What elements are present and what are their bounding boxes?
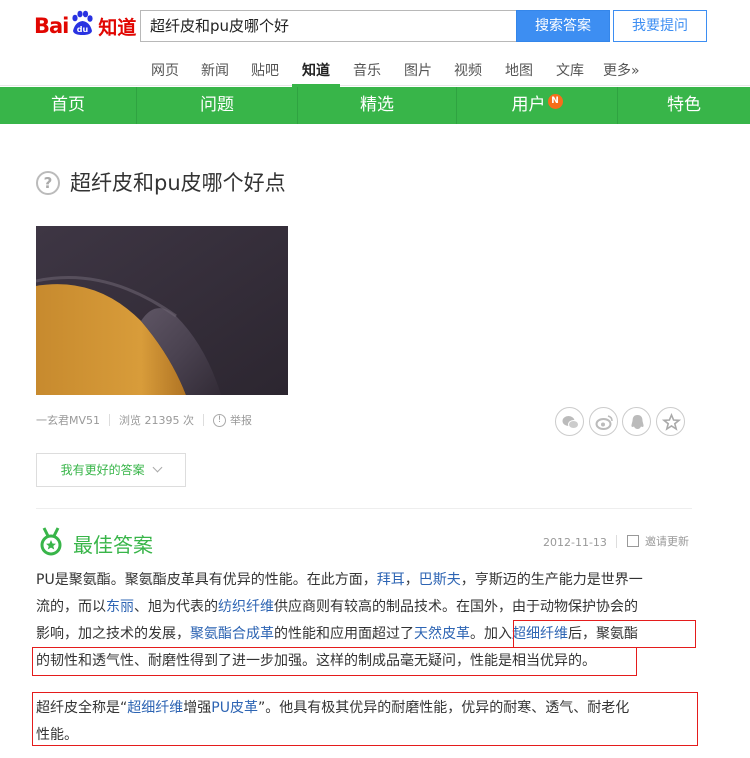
channel-tieba[interactable]: 贴吧: [251, 60, 279, 80]
answer-text: 流的，而以: [36, 599, 106, 615]
nav-home[interactable]: 首页: [0, 87, 136, 124]
highlight-box: [32, 647, 637, 676]
answer-line: PU是聚氨酯。聚氨酯皮革具有优异的性能。在此方面，拜耳，巴斯夫，亨斯迈的生产能力…: [36, 570, 643, 590]
favorite-star-icon[interactable]: [656, 407, 685, 436]
channel-nav: 网页 新闻 贴吧 知道 音乐 图片 视频 地图 文库 更多»: [0, 52, 750, 87]
leather-photo[interactable]: [36, 226, 288, 395]
baidu-zhidao-logo[interactable]: Bai du 知道: [34, 9, 136, 43]
channel-map[interactable]: 地图: [505, 60, 533, 80]
search-input[interactable]: 超纤皮和pu皮哪个好: [140, 10, 517, 42]
answer-text: 影响，加之技术的发展，: [36, 626, 190, 642]
answer-text: ，: [404, 572, 419, 588]
answer-link[interactable]: 拜耳: [377, 572, 405, 588]
nav-users[interactable]: 用户 N: [457, 87, 617, 124]
answer-text: 供应商则有较高的制品技术。在国外，由于动物保护协会的: [274, 599, 638, 615]
qq-icon[interactable]: [622, 407, 651, 436]
wechat-icon[interactable]: [555, 407, 584, 436]
section-divider: [36, 508, 692, 509]
zhidao-main-nav: 首页 问题 精选 用户 N 特色: [0, 87, 750, 124]
top-search-bar: Bai du 知道 超纤皮和pu皮哪个好 搜索答案 我要提问: [0, 0, 750, 52]
channel-news[interactable]: 新闻: [201, 60, 229, 80]
baidu-paw-icon: du: [72, 10, 93, 35]
channel-images[interactable]: 图片: [404, 60, 432, 80]
channel-wenku[interactable]: 文库: [556, 60, 584, 80]
invite-update-link[interactable]: 邀请更新: [627, 533, 689, 549]
search-answer-button[interactable]: 搜索答案: [516, 10, 610, 42]
question-meta: 一玄君MV51 浏览 21395 次 ! 举报: [36, 412, 252, 428]
nav-featured-label: 精选: [360, 95, 394, 115]
answer-link[interactable]: 纺织纤维: [218, 599, 274, 615]
new-badge: N: [547, 94, 563, 109]
chevron-down-icon: [152, 462, 163, 473]
channel-video[interactable]: 视频: [454, 60, 482, 80]
channel-more[interactable]: 更多»: [603, 60, 640, 80]
nav-home-label: 首页: [51, 95, 85, 115]
highlight-box: [513, 620, 696, 648]
nav-users-label: 用户: [511, 95, 546, 115]
view-count: 浏览 21395 次: [119, 414, 195, 427]
nav-special[interactable]: 特色: [618, 87, 750, 124]
question-mark-icon: ?: [36, 171, 60, 195]
answer-link[interactable]: 聚氨酯合成革: [190, 626, 274, 642]
nav-questions[interactable]: 问题: [137, 87, 297, 124]
answer-text: PU是聚氨酯。聚氨酯皮革具有优异的性能。在此方面，: [36, 572, 377, 588]
answer-date: 2012-11-13: [543, 536, 607, 549]
answer-text: 、旭为代表的: [134, 599, 218, 615]
ask-question-button[interactable]: 我要提问: [613, 10, 707, 42]
answer-link[interactable]: 天然皮革: [414, 626, 470, 642]
report-icon[interactable]: !: [213, 413, 227, 427]
meta-divider: [109, 414, 111, 426]
leather-photo-image: [36, 226, 288, 395]
answer-text: ，亨斯迈的生产能力是世界一: [460, 572, 643, 588]
nav-featured[interactable]: 精选: [298, 87, 456, 124]
question-title: 超纤皮和pu皮哪个好点: [70, 171, 286, 195]
channel-zhidao[interactable]: 知道: [302, 60, 330, 80]
invite-update-label: 邀请更新: [645, 535, 689, 548]
meta-divider: [203, 414, 205, 426]
nav-questions-label: 问题: [200, 95, 234, 115]
weibo-icon[interactable]: [589, 407, 618, 436]
meta-divider: [616, 535, 617, 548]
medal-icon: [40, 527, 62, 556]
answer-text: 的性能和应用面超过了: [274, 626, 414, 642]
highlight-box: [32, 692, 698, 746]
question-author[interactable]: 一玄君MV51: [36, 412, 100, 428]
report-link[interactable]: 举报: [230, 412, 252, 428]
best-answer-title: 最佳答案: [73, 533, 153, 557]
answer-text: 。加入: [470, 626, 512, 642]
channel-music[interactable]: 音乐: [353, 60, 381, 80]
nav-special-label: 特色: [667, 95, 701, 115]
answer-link[interactable]: 巴斯夫: [419, 572, 461, 588]
answer-link[interactable]: 东丽: [106, 599, 134, 615]
edit-icon: [627, 535, 639, 547]
logo-du-text: du: [77, 25, 89, 34]
better-answer-label: 我有更好的答案: [60, 463, 145, 477]
better-answer-button[interactable]: 我有更好的答案: [36, 453, 186, 487]
logo-zhidao-text: 知道: [98, 16, 137, 39]
answer-line: 流的，而以东丽、旭为代表的纺织纤维供应商则有较高的制品技术。在国外，由于动物保护…: [36, 597, 638, 617]
channel-web[interactable]: 网页: [151, 60, 179, 80]
logo-bai-text: Bai: [34, 14, 69, 38]
